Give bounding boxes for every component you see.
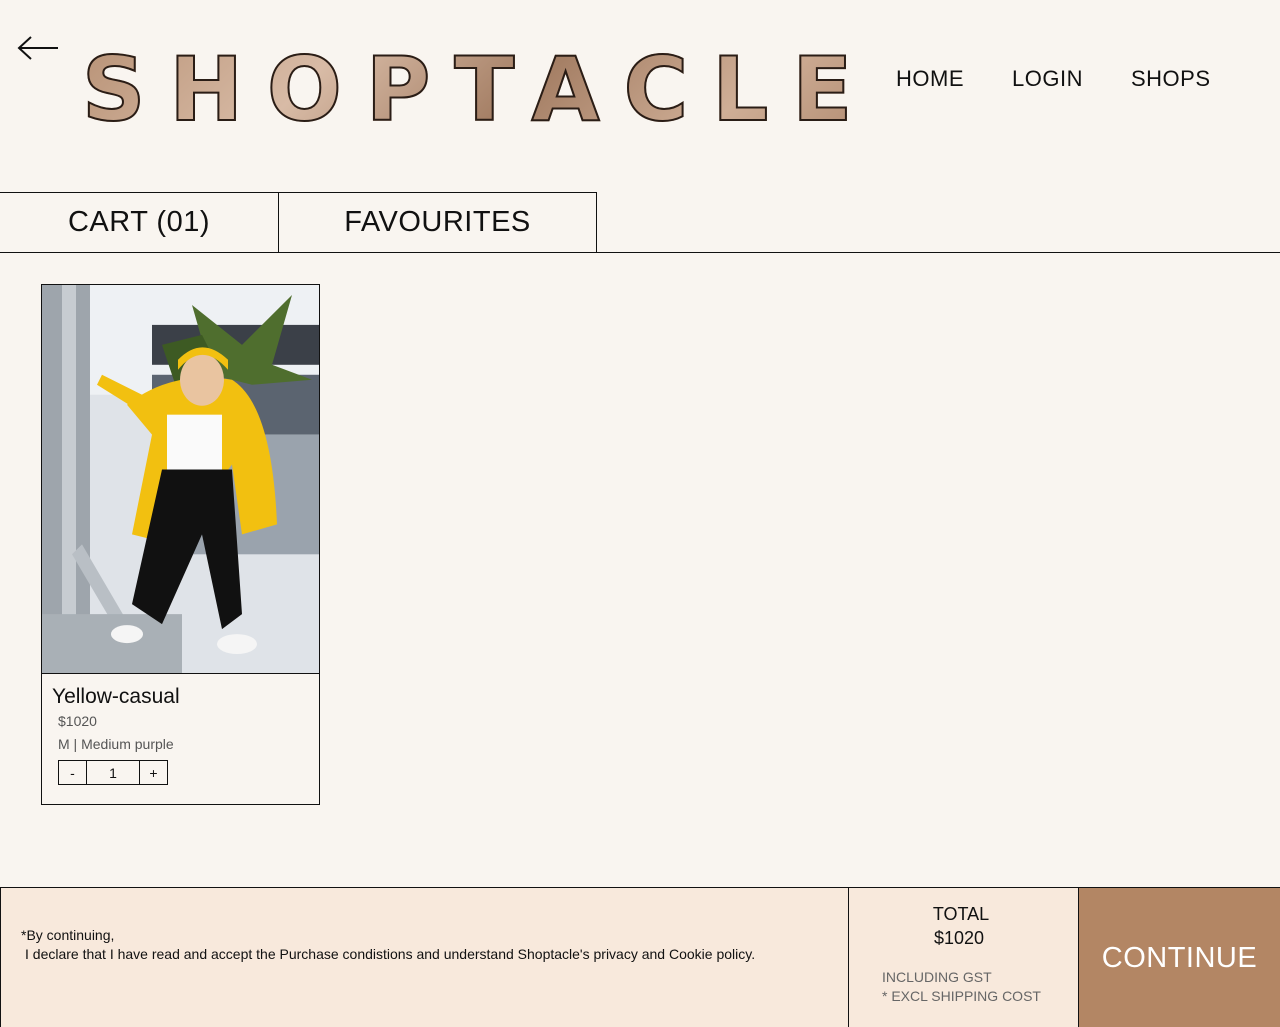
shipping-note: * EXCL SHIPPING COST bbox=[882, 988, 1041, 1004]
quantity-stepper: - + bbox=[58, 760, 168, 785]
logo[interactable]: SHOPTACLE bbox=[81, 39, 876, 141]
total-value: $1020 bbox=[933, 928, 985, 948]
decrement-button[interactable]: - bbox=[59, 761, 86, 784]
gst-note: INCLUDING GST bbox=[882, 969, 992, 985]
tab-bar: CART (01) FAVOURITES bbox=[0, 192, 1280, 253]
back-arrow-icon[interactable] bbox=[16, 34, 60, 62]
nav-shops-link[interactable]: SHOPS bbox=[1131, 66, 1211, 92]
purchase-disclaimer: *By continuing, I declare that I have re… bbox=[0, 888, 849, 1027]
product-variant: M | Medium purple bbox=[58, 736, 174, 752]
nav-home-link[interactable]: HOME bbox=[896, 66, 964, 92]
continue-button[interactable]: CONTINUE bbox=[1079, 888, 1280, 1027]
cart-item-card: Yellow-casual $1020 M | Medium purple - … bbox=[41, 284, 320, 805]
tab-favourites[interactable]: FAVOURITES bbox=[278, 192, 597, 252]
disclaimer-line-2: I declare that I have read and accept th… bbox=[25, 946, 756, 962]
disclaimer-line-1: *By continuing, bbox=[21, 927, 115, 943]
main-nav: HOME LOGIN SHOPS bbox=[896, 66, 1211, 92]
nav-login-link[interactable]: LOGIN bbox=[1012, 66, 1083, 92]
product-title[interactable]: Yellow-casual bbox=[52, 685, 180, 709]
quantity-input[interactable] bbox=[86, 761, 140, 784]
total-summary: TOTAL $1020 INCLUDING GST * EXCL SHIPPIN… bbox=[849, 888, 1079, 1027]
total-label: TOTAL bbox=[932, 904, 990, 924]
product-price: $1020 bbox=[58, 713, 97, 729]
product-image[interactable] bbox=[42, 285, 319, 674]
checkout-footer: *By continuing, I declare that I have re… bbox=[0, 887, 1280, 1027]
increment-button[interactable]: + bbox=[140, 761, 167, 784]
tab-cart[interactable]: CART (01) bbox=[0, 192, 279, 252]
